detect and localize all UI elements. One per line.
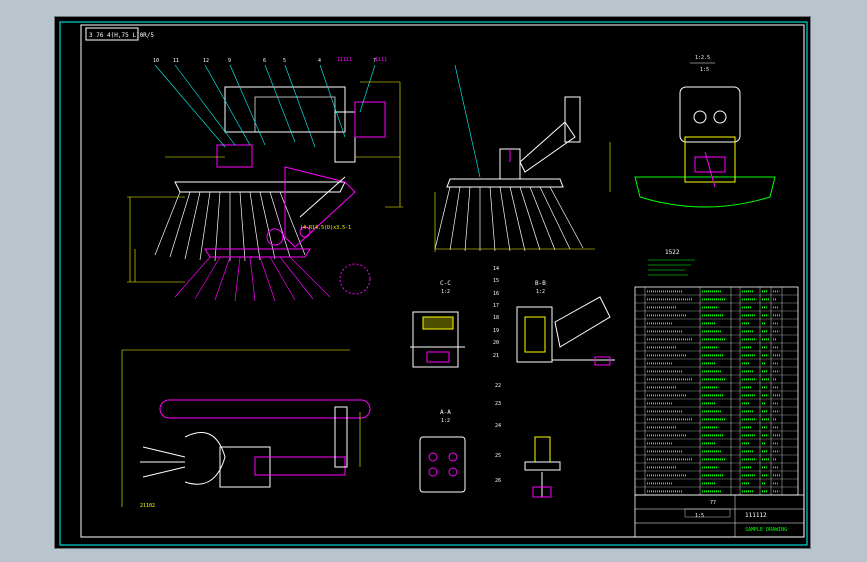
- section-bb-scale: 1:2: [536, 289, 545, 295]
- section-bb-label: B-B: [535, 280, 546, 287]
- drawing-number: 111112: [745, 512, 767, 519]
- section-aa-scale: 1:2: [441, 418, 450, 424]
- svg-text:1111: 1111: [375, 57, 387, 63]
- plan-dim: 21102: [140, 503, 155, 509]
- top-note: 1:2.5: [695, 55, 710, 61]
- part-callout: 6: [263, 58, 266, 64]
- side-callout: 25: [495, 453, 501, 459]
- section-aa-label: A-A: [440, 409, 451, 416]
- plan-view: 21102: [121, 349, 371, 509]
- front-view: 11111 1111 (4-R14.5(D)x3.5-1: [127, 57, 403, 302]
- side-callout: 23: [495, 401, 501, 407]
- view-label: 1:5: [700, 67, 709, 73]
- side-callout: 15: [493, 278, 499, 284]
- svg-text:11111: 11111: [337, 57, 352, 63]
- side-callout: 24: [495, 423, 501, 429]
- side-callout: 26: [495, 478, 501, 484]
- section-aa: A-A 1:2: [419, 409, 561, 498]
- sheet-number: 77: [710, 500, 716, 506]
- side-callout: 19: [493, 328, 499, 334]
- side-callout: 14: [493, 266, 499, 272]
- side-view: [434, 64, 611, 252]
- drawing-name: SAMPLE DRAWING: [745, 527, 787, 533]
- title-block: 77 111112 SAMPLE DRAWING 1:5: [634, 494, 805, 538]
- title-box-text: 3 76 4(H,75 L)0R/5: [89, 32, 154, 39]
- part-callout: 5: [283, 58, 286, 64]
- scale-note: 1:5: [695, 513, 704, 519]
- cad-drawing: 3 76 4(H,75 L)0R/5 11111 1111 (4-R14.5(D…: [59, 21, 808, 546]
- dim-1522: 1522: [665, 249, 680, 256]
- side-callout: 18: [493, 315, 499, 321]
- part-callout: 7: [373, 58, 376, 64]
- section-cc: C-C 1:2: [410, 280, 465, 368]
- drawing-viewport[interactable]: 3 76 4(H,75 L)0R/5 11111 1111 (4-R14.5(D…: [54, 16, 811, 549]
- part-callout: 9: [228, 58, 231, 64]
- front-note: (4-R14.5(D)x3.5-1: [300, 225, 351, 231]
- side-callout: 20: [493, 340, 499, 346]
- section-bb: B-B 1:2: [516, 280, 615, 366]
- part-callout: 11: [173, 58, 179, 64]
- section-cc-scale: 1:2: [441, 289, 450, 295]
- section-cc-label: C-C: [440, 280, 451, 287]
- side-callout: 22: [495, 383, 501, 389]
- part-callout: 12: [203, 58, 209, 64]
- side-callout: 16: [493, 291, 499, 297]
- side-callout: 17: [493, 303, 499, 309]
- part-callout: 10: [153, 58, 159, 64]
- outer-frame: [59, 21, 808, 546]
- bill-of-materials: [634, 286, 799, 496]
- side-callout: 21: [493, 353, 499, 359]
- part-callout: 4: [318, 58, 321, 64]
- end-view: 1:2.5 1:5: [634, 55, 776, 208]
